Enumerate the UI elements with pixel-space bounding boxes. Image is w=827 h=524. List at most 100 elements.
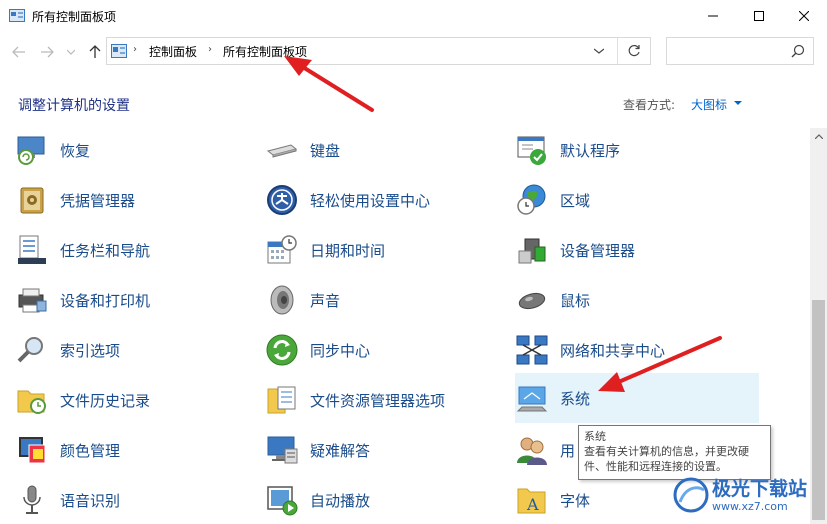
back-button[interactable] — [10, 43, 28, 61]
item-label: 字体 — [560, 491, 591, 510]
up-button[interactable] — [86, 43, 104, 61]
item-color-management[interactable]: 颜色管理 — [15, 430, 120, 470]
item-label: 索引选项 — [60, 341, 121, 360]
item-user-accounts[interactable]: 用 — [515, 430, 575, 470]
item-taskbar-navigation[interactable]: 任务栏和导航 — [15, 230, 150, 270]
item-region[interactable]: 区域 — [515, 180, 590, 220]
watermark-url: www.xz7.com — [712, 500, 788, 513]
item-default-programs[interactable]: 默认程序 — [515, 130, 620, 170]
speaker-icon — [270, 285, 294, 315]
refresh-button[interactable] — [625, 43, 643, 59]
item-devices-printers[interactable]: 设备和打印机 — [15, 280, 150, 320]
item-recovery[interactable]: 恢复 — [15, 130, 90, 170]
forward-button[interactable] — [38, 43, 56, 61]
microphone-icon — [23, 485, 41, 514]
arrow-up-icon — [89, 45, 101, 58]
item-troubleshooting[interactable]: 疑难解答 — [265, 430, 370, 470]
address-divider — [617, 38, 618, 64]
scroll-up-button[interactable] — [810, 128, 827, 145]
svg-text:A: A — [526, 495, 539, 514]
tooltip-title: 系统 — [584, 430, 606, 443]
item-sound[interactable]: 声音 — [265, 280, 340, 320]
item-system[interactable]: 系统 — [515, 373, 759, 423]
recent-locations-button[interactable] — [62, 43, 80, 61]
troubleshooting-icon — [267, 436, 298, 464]
breadcrumb-separator-icon: › — [208, 44, 212, 55]
item-ease-of-access[interactable]: 轻松使用设置中心 — [265, 180, 430, 220]
page-title: 调整计算机的设置 — [18, 98, 130, 114]
close-button[interactable] — [781, 0, 827, 31]
printer-icon — [18, 288, 47, 313]
item-file-explorer-options[interactable]: 文件资源管理器选项 — [265, 380, 445, 420]
item-label: 文件历史记录 — [60, 391, 151, 410]
item-label: 自动播放 — [310, 491, 371, 510]
tooltip-line-1: 查看有关计算机的信息，并更改硬 — [584, 445, 749, 458]
title-bar: 所有控制面板项 — [0, 0, 827, 31]
fonts-icon: A — [517, 488, 546, 514]
address-dropdown-button[interactable] — [591, 44, 607, 58]
watermark-logo-icon — [673, 477, 709, 513]
item-label: 鼠标 — [560, 291, 591, 310]
item-label: 日期和时间 — [310, 241, 386, 260]
device-manager-icon — [518, 238, 546, 264]
chevron-down-icon — [67, 49, 75, 55]
breadcrumb-separator-icon: › — [133, 44, 137, 55]
autoplay-icon — [267, 486, 298, 516]
control-panel-icon — [111, 44, 127, 58]
item-label: 区域 — [560, 191, 591, 210]
item-file-history[interactable]: 文件历史记录 — [15, 380, 150, 420]
item-speech-recognition[interactable]: 语音识别 — [15, 480, 120, 520]
item-label: 文件资源管理器选项 — [310, 391, 446, 410]
globe-clock-icon — [517, 184, 546, 215]
arrow-right-icon — [41, 46, 54, 58]
users-icon — [517, 437, 547, 465]
magnifier-icon — [17, 337, 43, 363]
system-icon — [516, 386, 548, 412]
caret-down-icon[interactable] — [734, 101, 742, 105]
address-bar[interactable]: › 控制面板 › 所有控制面板项 — [106, 37, 651, 65]
item-label: 语音识别 — [60, 491, 121, 510]
item-label: 设备管理器 — [560, 241, 636, 260]
item-label: 任务栏和导航 — [60, 241, 151, 260]
item-label: 设备和打印机 — [60, 291, 151, 310]
view-by-dropdown[interactable]: 大图标 — [691, 96, 727, 113]
close-icon — [799, 10, 809, 21]
item-credential-manager[interactable]: 凭据管理器 — [15, 180, 135, 220]
item-label: 默认程序 — [560, 141, 621, 160]
arrow-left-icon — [12, 46, 25, 58]
search-input[interactable] — [666, 37, 814, 65]
item-sync-center[interactable]: 同步中心 — [265, 330, 370, 370]
calendar-clock-icon — [267, 235, 297, 264]
item-label: 同步中心 — [310, 341, 371, 360]
chevron-up-icon — [814, 134, 823, 139]
search-icon — [791, 44, 805, 58]
taskbar-icon — [18, 235, 46, 264]
item-network-sharing-center[interactable]: 网络和共享中心 — [515, 330, 665, 370]
breadcrumb-control-panel[interactable]: 控制面板 — [149, 43, 197, 60]
item-label: 系统 — [560, 389, 591, 408]
item-label: 网络和共享中心 — [560, 341, 666, 360]
watermark: 极光下载站 www.xz7.com — [672, 472, 822, 518]
control-panel-icon — [9, 9, 25, 22]
item-label: 凭据管理器 — [60, 191, 136, 210]
minimize-button[interactable] — [690, 0, 736, 31]
maximize-icon — [754, 10, 764, 21]
item-fonts[interactable]: A 字体 — [515, 480, 590, 520]
item-indexing-options[interactable]: 索引选项 — [15, 330, 120, 370]
maximize-button[interactable] — [736, 0, 782, 31]
item-label: 用 — [560, 441, 576, 460]
item-label: 疑难解答 — [310, 441, 371, 460]
minimize-icon — [708, 15, 718, 16]
item-keyboard[interactable]: 键盘 — [265, 130, 340, 170]
item-autoplay[interactable]: 自动播放 — [265, 480, 370, 520]
network-icon — [516, 335, 548, 365]
refresh-icon — [628, 44, 640, 57]
color-management-icon — [19, 437, 46, 464]
item-mouse[interactable]: 鼠标 — [515, 280, 590, 320]
item-label: 恢复 — [60, 141, 91, 160]
default-programs-icon — [517, 136, 546, 165]
watermark-name: 极光下载站 — [712, 478, 808, 500]
item-device-manager[interactable]: 设备管理器 — [515, 230, 635, 270]
item-date-time[interactable]: 日期和时间 — [265, 230, 385, 270]
breadcrumb-all-items[interactable]: 所有控制面板项 — [223, 43, 307, 60]
